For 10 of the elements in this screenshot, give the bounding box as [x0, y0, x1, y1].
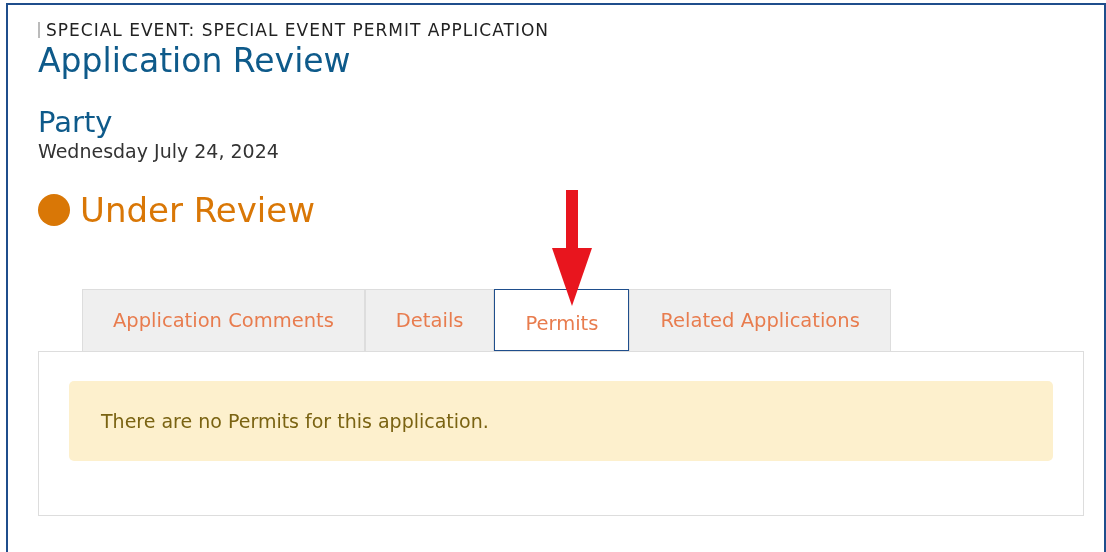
event-date: Wednesday July 24, 2024: [38, 139, 280, 163]
breadcrumb: SPECIAL EVENT: SPECIAL EVENT PERMIT APPLICATION: [46, 20, 549, 40]
info-alert: There are no Permits for this application.: [69, 381, 1053, 461]
tab[interactable]: Details: [364, 289, 495, 351]
page-title: Application Review: [38, 41, 352, 81]
status-label: Under Review: [80, 189, 316, 232]
tab[interactable]: Related Applications: [629, 289, 891, 351]
tab[interactable]: Permits: [494, 289, 630, 351]
tab[interactable]: Application Comments: [82, 289, 365, 351]
event-name: Party: [38, 105, 114, 139]
